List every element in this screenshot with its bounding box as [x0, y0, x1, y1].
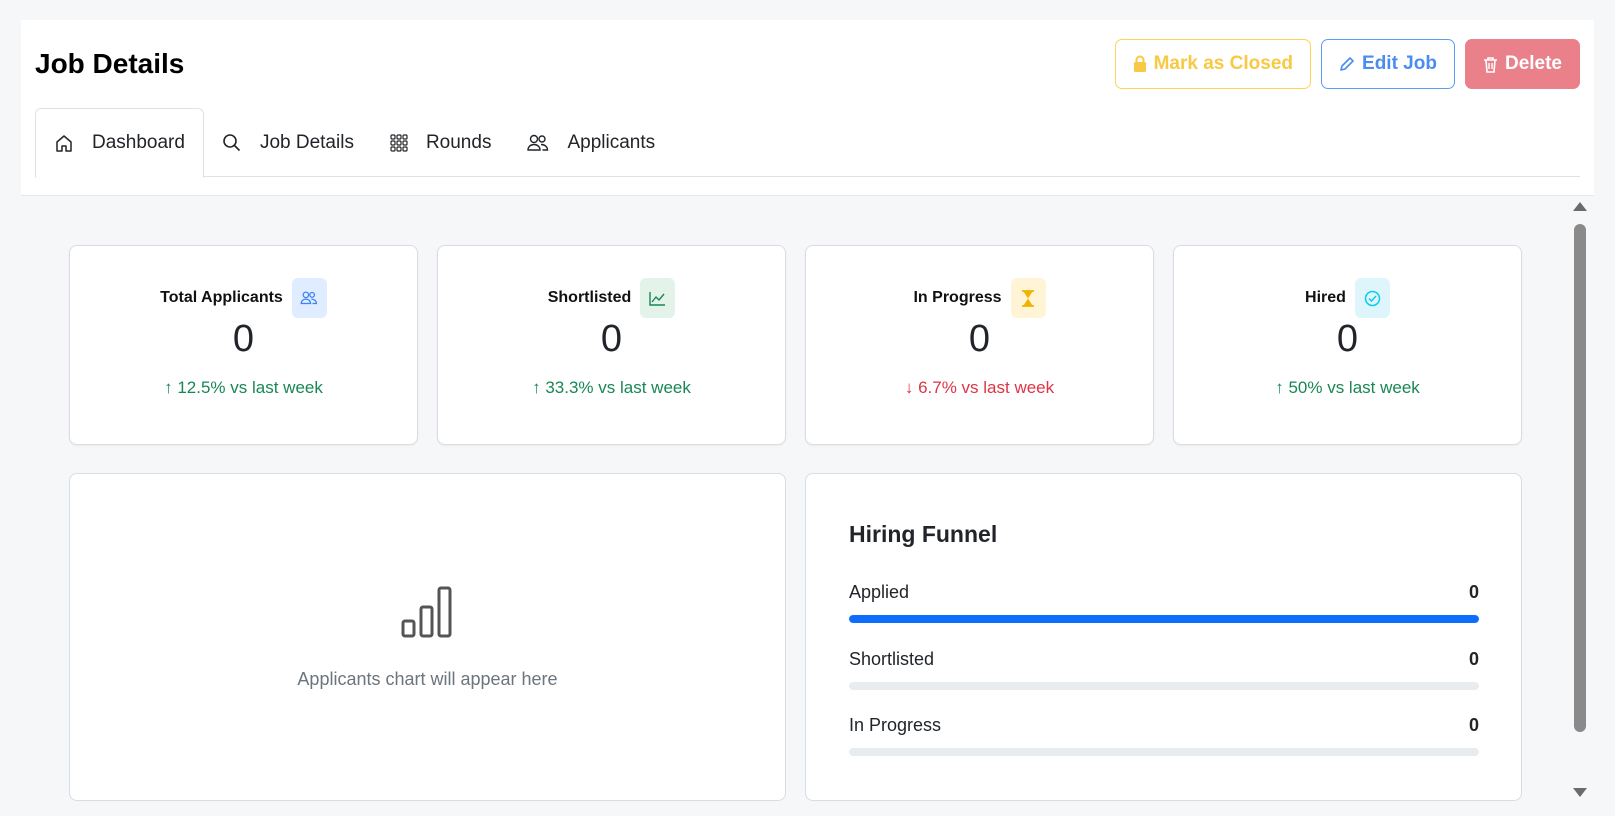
stat-trend: ↑ 12.5% vs last week: [164, 378, 323, 397]
funnel-row-label: Shortlisted: [849, 649, 935, 669]
search-icon: [223, 133, 241, 151]
page-title: Job Details: [35, 48, 185, 79]
tab-dashboard[interactable]: Dashboard: [35, 108, 204, 178]
scroll-down-arrow-icon[interactable]: [1573, 788, 1587, 797]
stat-label: Shortlisted: [547, 289, 632, 306]
funnel-title: Hiring Funnel: [849, 521, 998, 547]
funnel-row-count: 0: [1468, 649, 1479, 669]
hourglass-icon: [1010, 278, 1046, 318]
mark-closed-label: Mark as Closed: [1153, 53, 1294, 74]
check-circle-icon: [1354, 278, 1390, 318]
stat-card-shortlisted: Shortlisted 0 ↑ 33.3% vs last week: [437, 245, 786, 445]
tab-rounds[interactable]: Rounds: [372, 108, 510, 177]
job-header: Job Details Mark as Closed Edit Job Dele…: [21, 20, 1594, 196]
line-chart-icon: [640, 278, 676, 318]
funnel-row-label: Applied: [849, 582, 910, 602]
funnel-row-in-progress: In Progress 0: [849, 715, 1479, 756]
funnel-row-shortlisted: Shortlisted 0: [849, 649, 1479, 690]
chart-placeholder-text: Applicants chart will appear here: [297, 669, 558, 689]
grid-icon: [390, 133, 408, 152]
stat-card-total-applicants: Total Applicants 0 ↑ 12.5% vs last week: [69, 245, 418, 445]
people-icon: [291, 278, 327, 318]
stat-trend: ↓ 6.7% vs last week: [904, 378, 1055, 397]
stat-label: Hired: [1305, 289, 1346, 306]
hiring-funnel-card: Hiring Funnel Applied 0 Shortlisted 0 In…: [805, 473, 1522, 801]
delete-button[interactable]: Delete: [1464, 39, 1580, 89]
stat-label: In Progress: [913, 289, 1002, 306]
mark-closed-button[interactable]: Mark as Closed: [1114, 39, 1312, 89]
funnel-progress-bar: [849, 682, 1479, 690]
pencil-icon: [1340, 57, 1354, 71]
tab-label: Dashboard: [92, 132, 185, 153]
funnel-row-label: In Progress: [849, 715, 942, 735]
stat-value: 0: [1336, 318, 1359, 360]
header-actions: Mark as Closed Edit Job Delete: [1114, 39, 1580, 89]
stat-trend: ↑ 50% vs last week: [1275, 378, 1420, 397]
bar-chart-icon: [401, 586, 452, 638]
stat-card-hired: Hired 0 ↑ 50% vs last week: [1173, 245, 1522, 445]
delete-label: Delete: [1504, 53, 1562, 74]
funnel-row-count: 0: [1468, 582, 1479, 602]
tab-label: Job Details: [259, 131, 354, 153]
edit-job-label: Edit Job: [1362, 53, 1437, 74]
tab-label: Applicants: [567, 131, 656, 153]
tab-label: Rounds: [425, 131, 492, 153]
stat-value: 0: [968, 318, 991, 360]
stat-trend: ↑ 33.3% vs last week: [532, 378, 691, 397]
funnel-progress-fill: [849, 615, 1479, 623]
funnel-progress-bar: [849, 748, 1479, 756]
lock-icon: [1133, 55, 1146, 72]
tab-job-details[interactable]: Job Details: [204, 108, 372, 177]
funnel-row-applied: Applied 0: [849, 582, 1479, 623]
trash-icon: [1483, 56, 1497, 73]
stat-value: 0: [600, 318, 623, 360]
people-icon: [527, 134, 549, 151]
stat-value: 0: [232, 318, 255, 360]
home-icon: [56, 135, 72, 152]
stat-card-in-progress: In Progress 0 ↓ 6.7% vs last week: [805, 245, 1154, 445]
applicants-chart-card: Applicants chart will appear here: [69, 473, 786, 801]
scroll-thumb[interactable]: [1574, 224, 1586, 732]
funnel-row-count: 0: [1468, 715, 1479, 735]
scroll-up-arrow-icon[interactable]: [1573, 202, 1587, 211]
vertical-scrollbar[interactable]: [1572, 202, 1588, 797]
stat-label: Total Applicants: [160, 289, 283, 306]
tab-bar: Dashboard Job Details Rounds Applicants: [35, 108, 1580, 178]
funnel-progress-bar: [849, 615, 1479, 623]
edit-job-button[interactable]: Edit Job: [1321, 39, 1455, 89]
tab-applicants[interactable]: Applicants: [509, 108, 673, 177]
